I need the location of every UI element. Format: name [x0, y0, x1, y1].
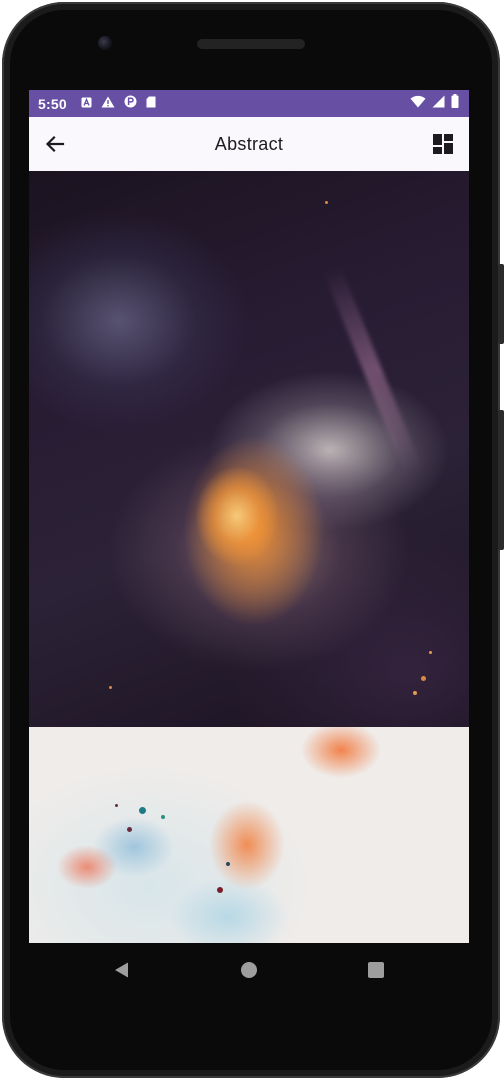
image-drop — [226, 862, 230, 866]
sd-card-icon — [146, 95, 156, 113]
volume-button — [498, 410, 504, 550]
image-speck — [413, 691, 417, 695]
nav-home-icon[interactable] — [241, 962, 257, 978]
front-camera — [98, 36, 112, 50]
image-light-streak — [323, 265, 423, 477]
arrow-back-icon[interactable] — [43, 132, 67, 156]
dashboard-layout-icon[interactable] — [431, 132, 455, 156]
gallery-image-abstract-light[interactable] — [29, 727, 469, 943]
status-time: 5:50 — [38, 95, 67, 112]
screen: 5:50 Abstract — [29, 90, 469, 943]
gallery-image-abstract-dark[interactable] — [29, 171, 469, 727]
image-drop — [115, 804, 118, 807]
nav-recents-icon[interactable] — [368, 962, 384, 978]
image-drop — [161, 815, 165, 819]
page-title: Abstract — [214, 133, 284, 154]
signal-icon — [432, 95, 445, 113]
image-drop — [217, 887, 223, 893]
earpiece-speaker — [197, 39, 305, 49]
power-button — [498, 264, 504, 344]
warning-icon — [101, 95, 115, 113]
wifi-icon — [410, 95, 426, 113]
image-speck — [109, 686, 112, 689]
image-speck — [421, 676, 426, 681]
image-drop — [139, 807, 146, 814]
p-icon — [124, 95, 137, 113]
a-icon — [81, 95, 92, 113]
image-drop — [127, 827, 132, 832]
image-speck — [429, 651, 432, 654]
nav-back-icon[interactable] — [113, 961, 131, 979]
image-speck — [325, 201, 328, 204]
status-bar: 5:50 — [29, 90, 469, 117]
top-app-bar: Abstract — [29, 117, 469, 171]
battery-icon — [451, 94, 459, 113]
